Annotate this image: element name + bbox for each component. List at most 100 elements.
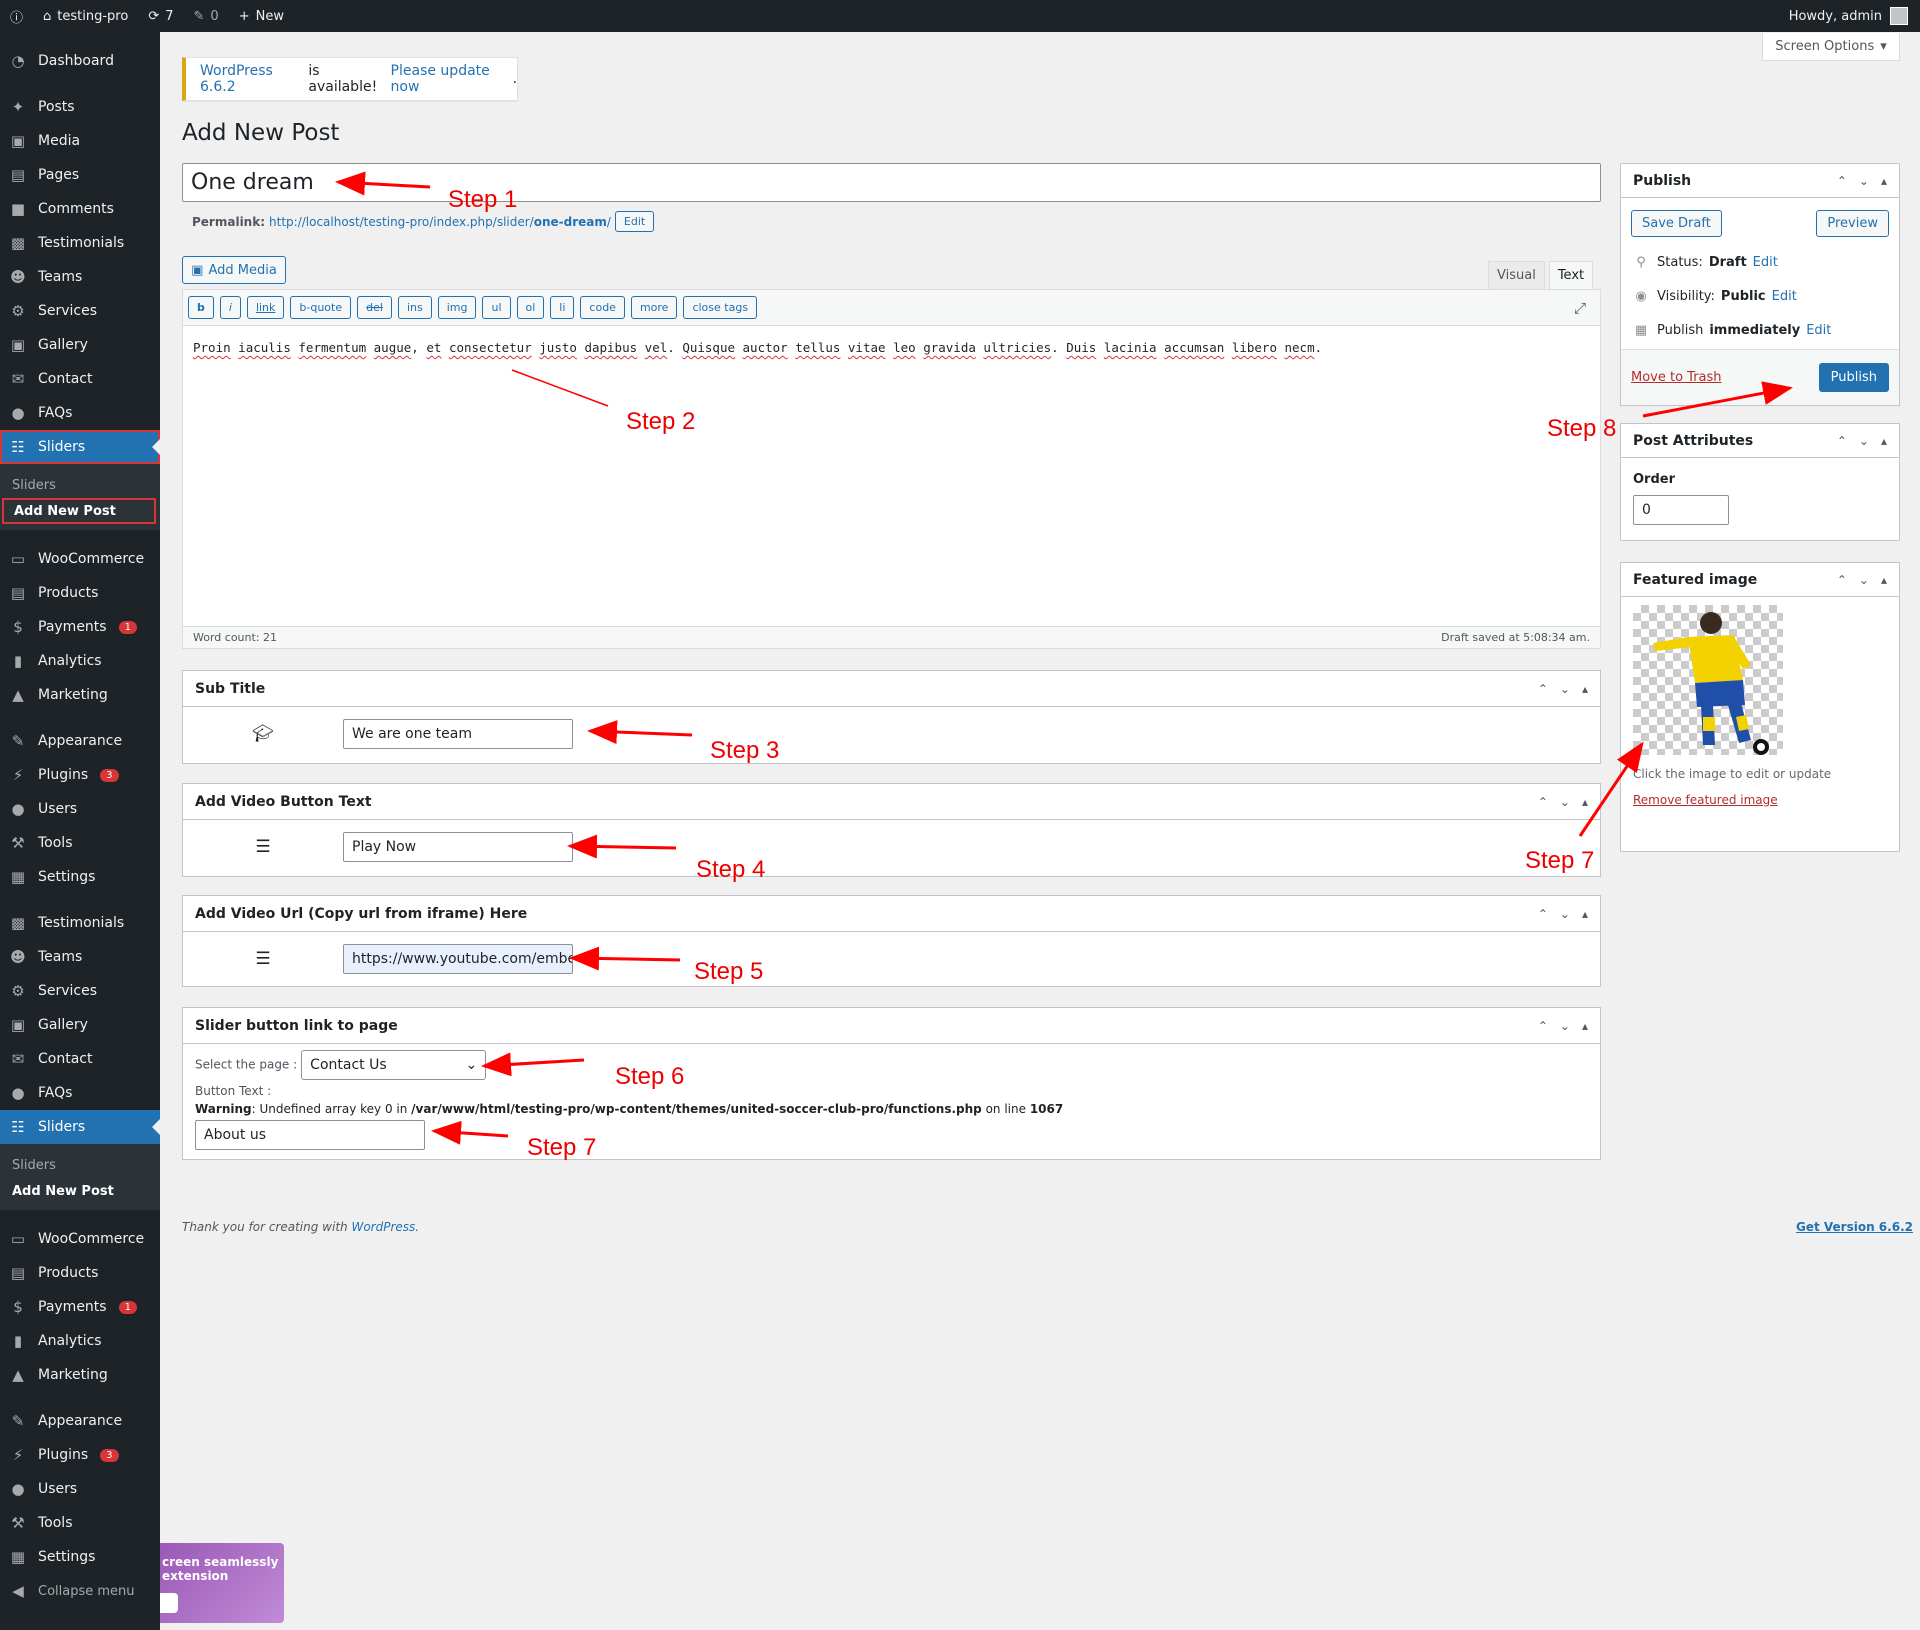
updates-link[interactable]: ⟳ 7 (138, 0, 183, 32)
chevron-down-icon[interactable]: ⌄ (1560, 1019, 1570, 1033)
qt-ul-button[interactable]: ul (482, 296, 511, 319)
chevron-down-icon[interactable]: ⌄ (1560, 682, 1570, 696)
menu-settings-2[interactable]: ▦ Settings (0, 1540, 160, 1574)
menu-sliders-2[interactable]: ☷ Sliders (0, 1110, 160, 1144)
qt-img-button[interactable]: img (437, 296, 477, 319)
chevron-up-icon[interactable]: ⌃ (1837, 174, 1847, 188)
edit-slug-button[interactable]: Edit (614, 211, 655, 232)
menu-teams-2[interactable]: ☻ Teams (0, 940, 160, 974)
menu-appearance[interactable]: ✎ Appearance (0, 724, 160, 758)
menu-settings[interactable]: ▦ Settings (0, 860, 160, 894)
chevron-down-icon[interactable]: ⌄ (1560, 907, 1570, 921)
fullscreen-icon[interactable]: ⤢ (1574, 299, 1586, 317)
post-title-input[interactable]: One dream (182, 163, 1601, 202)
remove-featured-image-link[interactable]: Remove featured image (1621, 785, 1899, 815)
chevron-up-icon[interactable]: ⌃ (1538, 795, 1548, 809)
menu-media[interactable]: ▣ Media (0, 124, 160, 158)
menu-contact[interactable]: ✉ Contact (0, 362, 160, 396)
comments-link[interactable]: ✎ 0 (184, 0, 229, 32)
menu-testimonials[interactable]: ▩ Testimonials (0, 226, 160, 260)
chevron-up-icon[interactable]: ⌃ (1837, 434, 1847, 448)
chevron-up-icon[interactable]: ⌃ (1837, 573, 1847, 587)
menu-analytics-2[interactable]: ▮ Analytics (0, 1324, 160, 1358)
menu-sliders[interactable]: ☷ Sliders (0, 430, 160, 464)
toggle-arrow-icon[interactable]: ▴ (1881, 434, 1887, 448)
menu-payments-2[interactable]: $ Payments 1 (0, 1290, 160, 1324)
chevron-down-icon[interactable]: ⌄ (1859, 434, 1869, 448)
qt-ins-button[interactable]: ins (397, 296, 432, 319)
submenu-sliders[interactable]: Sliders (0, 472, 160, 498)
get-version-link[interactable]: Get Version 6.6.2 (1796, 1220, 1913, 1234)
menu-products[interactable]: ▤ Products (0, 576, 160, 610)
submenu-sliders-2[interactable]: Sliders (0, 1152, 160, 1178)
chevron-up-icon[interactable]: ⌃ (1538, 682, 1548, 696)
menu-contact-2[interactable]: ✉ Contact (0, 1042, 160, 1076)
screen-options-button[interactable]: Screen Options ▾ (1762, 33, 1900, 61)
toggle-arrow-icon[interactable]: ▴ (1582, 682, 1588, 696)
menu-services[interactable]: ⚙ Services (0, 294, 160, 328)
qt-code-button[interactable]: code (580, 296, 625, 319)
menu-plugins[interactable]: ⚡ Plugins 3 (0, 758, 160, 792)
menu-comments[interactable]: ■ Comments (0, 192, 160, 226)
menu-marketing-2[interactable]: ▲ Marketing (0, 1358, 160, 1392)
preview-button[interactable]: Preview (1816, 210, 1889, 237)
menu-appearance-2[interactable]: ✎ Appearance (0, 1404, 160, 1438)
menu-gallery[interactable]: ▣ Gallery (0, 328, 160, 362)
menu-analytics[interactable]: ▮ Analytics (0, 644, 160, 678)
toggle-arrow-icon[interactable]: ▴ (1881, 573, 1887, 587)
metabox-handles[interactable]: ⌃ ⌄ ▴ (1538, 907, 1588, 921)
tab-visual[interactable]: Visual (1488, 261, 1545, 289)
menu-marketing[interactable]: ▲ Marketing (0, 678, 160, 712)
menu-users[interactable]: ● Users (0, 792, 160, 826)
menu-testimonials-2[interactable]: ▩ Testimonials (0, 906, 160, 940)
menu-teams[interactable]: ☻ Teams (0, 260, 160, 294)
menu-woocommerce[interactable]: ▭ WooCommerce (0, 542, 160, 576)
toggle-arrow-icon[interactable]: ▴ (1582, 907, 1588, 921)
qt-del-button[interactable]: del (357, 296, 392, 319)
chevron-down-icon[interactable]: ⌄ (1859, 573, 1869, 587)
menu-services-2[interactable]: ⚙ Services (0, 974, 160, 1008)
toggle-arrow-icon[interactable]: ▴ (1582, 1019, 1588, 1033)
menu-gallery-2[interactable]: ▣ Gallery (0, 1008, 160, 1042)
wordpress-logo-icon[interactable]: ⓘ (0, 0, 33, 32)
qt-more-button[interactable]: more (630, 296, 678, 319)
wordpress-link[interactable]: WordPress (351, 1220, 415, 1234)
promo-banner[interactable]: creen seamlessly extension (160, 1543, 284, 1623)
menu-tools-2[interactable]: ⚒ Tools (0, 1506, 160, 1540)
my-account[interactable]: Howdy, admin (1789, 7, 1920, 25)
metabox-handles[interactable]: ⌃ ⌄ ▴ (1837, 434, 1887, 448)
menu-posts[interactable]: ✦ Posts (0, 90, 160, 124)
menu-tools[interactable]: ⚒ Tools (0, 826, 160, 860)
publish-button[interactable]: Publish (1818, 363, 1889, 392)
metabox-handles[interactable]: ⌃ ⌄ ▴ (1837, 174, 1887, 188)
chevron-up-icon[interactable]: ⌃ (1538, 907, 1548, 921)
add-media-button[interactable]: ▣ Add Media (182, 256, 286, 284)
toggle-arrow-icon[interactable]: ▴ (1582, 795, 1588, 809)
qt-link-button[interactable]: link (246, 296, 285, 319)
qt-close-tags-button[interactable]: close tags (683, 296, 758, 319)
site-name-link[interactable]: ⌂ testing-pro (33, 0, 138, 32)
submenu-add-new-post[interactable]: Add New Post (2, 498, 156, 524)
page-select[interactable]: Contact Us ⌄ (301, 1050, 487, 1080)
editor-content-textarea[interactable]: Proin iaculis fermentum augue, et consec… (183, 326, 1600, 370)
edit-status-link[interactable]: Edit (1753, 255, 1778, 270)
menu-users-2[interactable]: ● Users (0, 1472, 160, 1506)
video-url-input[interactable]: https://www.youtube.com/embed (343, 944, 573, 974)
menu-faqs[interactable]: ● FAQs (0, 396, 160, 430)
metabox-handles[interactable]: ⌃ ⌄ ▴ (1538, 682, 1588, 696)
menu-pages[interactable]: ▤ Pages (0, 158, 160, 192)
qt-li-button[interactable]: li (550, 296, 575, 319)
move-to-trash-link[interactable]: Move to Trash (1631, 370, 1722, 385)
toggle-arrow-icon[interactable]: ▴ (1881, 174, 1887, 188)
save-draft-button[interactable]: Save Draft (1631, 210, 1722, 237)
qt-blockquote-button[interactable]: b-quote (290, 296, 352, 319)
promo-button[interactable] (160, 1593, 178, 1613)
chevron-down-icon[interactable]: ⌄ (1859, 174, 1869, 188)
permalink-url[interactable]: http://localhost/testing-pro/index.php/s… (269, 215, 611, 229)
version-link[interactable]: WordPress 6.6.2 (200, 63, 304, 95)
new-content-link[interactable]: + New (229, 0, 294, 32)
video-button-text-input[interactable]: Play Now (343, 832, 573, 862)
qt-ol-button[interactable]: ol (516, 296, 545, 319)
edit-timestamp-link[interactable]: Edit (1806, 323, 1831, 338)
metabox-handles[interactable]: ⌃ ⌄ ▴ (1538, 1019, 1588, 1033)
